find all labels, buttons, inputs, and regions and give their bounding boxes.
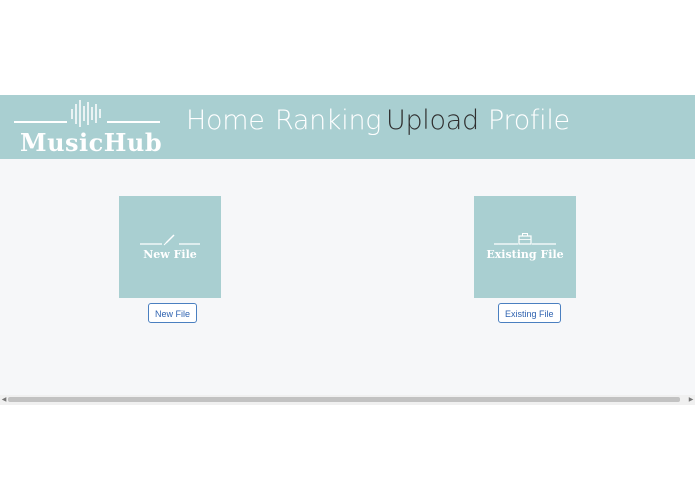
musichub-logo[interactable]: MusicHub <box>12 95 162 159</box>
scroll-right-arrow-icon[interactable]: ▶ <box>687 395 695 405</box>
briefcase-icon <box>494 233 556 245</box>
scrollbar-thumb[interactable] <box>8 397 680 402</box>
nav-profile[interactable]: Profile <box>488 101 570 141</box>
nav-home[interactable]: Home <box>186 101 265 141</box>
upload-content: New File New File Existing File Existing… <box>0 159 695 395</box>
nav-ranking[interactable]: Ranking <box>275 101 381 141</box>
existing-file-card[interactable]: Existing File <box>474 196 576 298</box>
pen-icon <box>140 234 200 246</box>
brand-name: MusicHub <box>20 128 163 157</box>
navbar: MusicHub Home Ranking Upload Profile <box>0 95 695 159</box>
nav-upload[interactable]: Upload <box>386 101 479 141</box>
new-file-card[interactable]: New File <box>119 196 221 298</box>
soundwave-icon <box>14 100 160 127</box>
new-file-card-label: New File <box>143 248 197 261</box>
existing-file-card-label: Existing File <box>486 248 564 261</box>
new-file-button[interactable]: New File <box>148 303 198 323</box>
horizontal-scrollbar[interactable]: ◀ ▶ <box>0 395 695 405</box>
scroll-left-arrow-icon[interactable]: ◀ <box>0 395 8 405</box>
existing-file-button[interactable]: Existing File <box>498 303 561 323</box>
